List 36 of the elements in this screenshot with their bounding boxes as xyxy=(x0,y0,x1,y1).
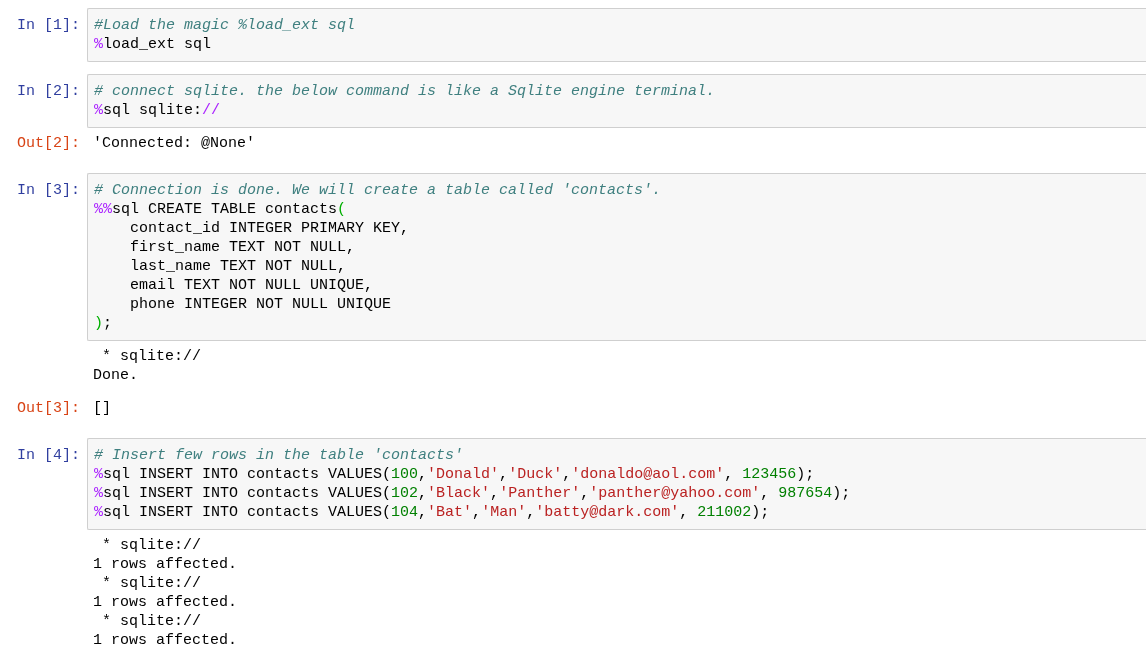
output-text: * sqlite:// xyxy=(101,536,202,555)
code-cell[interactable]: # connect sqlite. the below command is like a Sqlite engine terminal. %sql sqlite:// xyxy=(87,74,1146,128)
output-value: [] xyxy=(93,399,111,418)
output-prompt: Out[2]: xyxy=(16,134,81,153)
code-cell[interactable]: #Load the magic %load_ext sql %load_ext sql xyxy=(87,8,1146,62)
code-line: last_name TEXT NOT NULL, xyxy=(129,257,347,276)
code-line: phone INTEGER NOT NULL UNIQUE xyxy=(129,295,392,314)
code-line: first_name TEXT NOT NULL, xyxy=(129,238,356,257)
code-cell[interactable] xyxy=(87,438,1146,530)
code-line: email TEXT NOT NULL UNIQUE, xyxy=(129,276,374,295)
output-text: 1 rows affected. xyxy=(93,555,238,574)
output-text: Done. xyxy=(93,366,138,385)
output-text: 1 rows affected. xyxy=(93,631,238,650)
code-line: %load_ext sql xyxy=(94,35,212,54)
code-line: %sql sqlite:// xyxy=(94,101,221,120)
output-text: * sqlite:// xyxy=(101,612,202,631)
code-line: %sql INSERT INTO contacts VALUES(102,'Black','Panther','panther@yahoo.com', 987654); xyxy=(94,484,851,503)
output-value: 'Connected: @None' xyxy=(93,134,256,153)
input-prompt: In [1]: xyxy=(16,16,81,35)
code-line: %sql INSERT INTO contacts VALUES(100,'Donald','Duck','donaldo@aol.com', 123456); xyxy=(94,465,815,484)
code-line: # connect sqlite. the below command is like a Sqlite engine terminal. xyxy=(94,82,716,101)
code-line: ); xyxy=(94,314,113,333)
code-line: contact_id INTEGER PRIMARY KEY, xyxy=(129,219,410,238)
code-line: # Insert few rows in the table 'contacts' xyxy=(94,446,464,465)
output-text: * sqlite:// xyxy=(101,574,202,593)
input-prompt: In [3]: xyxy=(16,181,81,200)
input-prompt: In [2]: xyxy=(16,82,81,101)
code-line: # Connection is done. We will create a table called 'contacts'. xyxy=(94,181,662,200)
code-line: #Load the magic %load_ext sql xyxy=(94,16,356,35)
output-text: * sqlite:// xyxy=(101,347,202,366)
code-line: %%sql CREATE TABLE contacts( xyxy=(94,200,347,219)
output-text: 1 rows affected. xyxy=(93,593,238,612)
code-line: %sql INSERT INTO contacts VALUES(104,'Bat','Man','batty@dark.com', 211002); xyxy=(94,503,770,522)
input-prompt: In [4]: xyxy=(16,446,81,465)
output-prompt: Out[3]: xyxy=(16,399,81,418)
code-cell[interactable] xyxy=(87,173,1146,341)
